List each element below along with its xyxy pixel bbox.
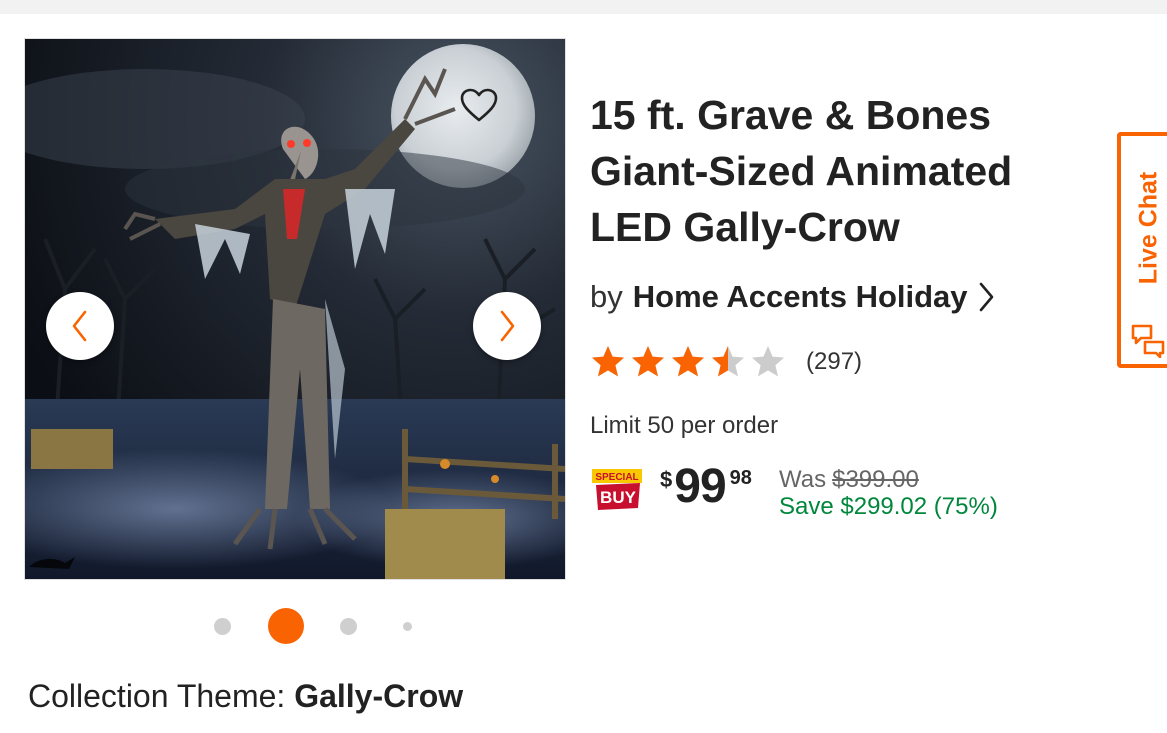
brand-name: Home Accents Holiday [632,279,968,314]
chevron-right-icon [976,280,996,314]
product-title: 15 ft. Grave & Bones Giant-Sized Animate… [590,92,1013,250]
was-label: Was [779,466,827,493]
carousel-dot-active[interactable] [268,608,304,644]
review-count[interactable]: (297) [806,348,862,376]
was-price: $399.00 [832,466,919,493]
heart-icon [460,88,498,122]
carousel-dot[interactable] [403,622,412,631]
star-rating [590,344,790,380]
badge-line2: BUY [600,488,637,507]
star-empty-icon [752,346,784,377]
carousel-dot[interactable] [214,618,231,635]
product-image-carousel[interactable] [24,38,566,580]
collection-theme: Collection Theme: Gally-Crow [28,678,463,715]
carousel-dot[interactable] [340,618,357,635]
collection-theme-value[interactable]: Gally-Crow [294,678,463,714]
price-dollars: 99 [674,460,726,513]
chevron-right-icon [500,310,515,342]
star-full-icon [632,346,664,377]
was-price-row: Was $399.00 [779,466,919,494]
savings-text: Save $299.02 (75%) [779,493,998,520]
collection-theme-label: Collection Theme: [28,678,286,714]
carousel-prev-button[interactable] [46,292,114,360]
top-strip [0,0,1167,14]
price: $ 99 98 [660,462,752,512]
price-cents: 98 [729,467,752,489]
live-chat-button[interactable]: Live Chat [1117,132,1167,368]
star-full-icon [672,346,704,377]
rating[interactable]: (297) [590,342,862,382]
brand-by-label: by [590,279,623,314]
star-half-icon [712,346,744,377]
brand-link[interactable]: by Home Accents Holiday [590,277,996,317]
special-buy-badge: SPECIAL BUY [592,469,642,510]
live-chat-label: Live Chat [1134,171,1163,285]
carousel-next-button[interactable] [473,292,541,360]
badge-line1: SPECIAL [595,472,638,483]
chevron-left-icon [72,310,87,342]
order-limit: Limit 50 per order [590,412,779,439]
product-page: Collection Theme: Gally-Crow 15 ft. Grav… [0,14,1167,733]
star-full-icon [592,346,624,377]
chat-bubbles-icon [1131,324,1165,358]
favorite-button[interactable] [457,83,501,127]
price-currency: $ [660,467,673,492]
